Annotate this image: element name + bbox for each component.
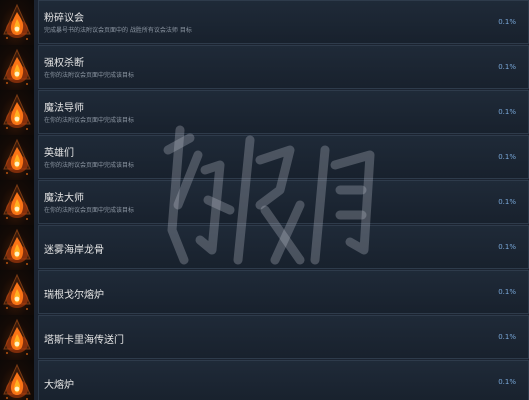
achievement-title: 强权杀断 [44, 58, 84, 69]
achievement-row[interactable]: 粉碎议会完成暴号书的法附议会页面中的 战胜所有议会法师 目标 0.1% [0, 0, 529, 45]
achievement-row[interactable]: 魔法大师在你的法附议会页面中完成该目标 0.1% [0, 180, 529, 225]
fire-crystal-icon [0, 315, 34, 360]
achievement-row[interactable]: 迷雾海岸龙骨 0.1% [0, 225, 529, 270]
achievement-title: 塔斯卡里海传送门 [44, 335, 124, 346]
achievement-card[interactable]: 大熔炉 0.1% [38, 360, 529, 400]
achievement-card[interactable]: 迷雾海岸龙骨 0.1% [38, 225, 529, 269]
fire-crystal-icon [0, 360, 34, 400]
fire-crystal-icon [0, 180, 34, 225]
unlock-percentage: 0.1% [498, 288, 516, 296]
achievement-row[interactable]: 强权杀断在你的法附议会页面中完成该目标 0.1% [0, 45, 529, 90]
achievement-card[interactable]: 魔法导师在你的法附议会页面中完成该目标 0.1% [38, 90, 529, 134]
achievement-card[interactable]: 英雄们在你的法附议会页面中完成该目标 0.1% [38, 135, 529, 179]
achievement-row[interactable]: 塔斯卡里海传送门 0.1% [0, 315, 529, 360]
achievement-card[interactable]: 魔法大师在你的法附议会页面中完成该目标 0.1% [38, 180, 529, 224]
achievement-row[interactable]: 瑞根戈尔熔炉 0.1% [0, 270, 529, 315]
fire-crystal-icon [0, 45, 34, 90]
achievement-card[interactable]: 强权杀断在你的法附议会页面中完成该目标 0.1% [38, 45, 529, 89]
achievement-row[interactable]: 英雄们在你的法附议会页面中完成该目标 0.1% [0, 135, 529, 180]
achievement-description: 在你的法附议会页面中完成该目标 [44, 72, 135, 79]
achievement-description: 在你的法附议会页面中完成该目标 [44, 117, 135, 124]
achievement-title: 大熔炉 [44, 380, 74, 391]
achievement-title: 瑞根戈尔熔炉 [44, 290, 104, 301]
achievement-title: 粉碎议会 [44, 13, 84, 24]
achievement-card[interactable]: 粉碎议会完成暴号书的法附议会页面中的 战胜所有议会法师 目标 0.1% [38, 0, 529, 44]
achievement-row[interactable]: 大熔炉 0.1% [0, 360, 529, 400]
achievement-description: 在你的法附议会页面中完成该目标 [44, 207, 135, 214]
achievement-card[interactable]: 瑞根戈尔熔炉 0.1% [38, 270, 529, 314]
unlock-percentage: 0.1% [498, 153, 516, 161]
achievement-title: 英雄们 [44, 148, 74, 159]
fire-crystal-icon [0, 225, 34, 270]
unlock-percentage: 0.1% [498, 333, 516, 341]
achievement-title: 魔法大师 [44, 193, 84, 204]
achievement-description: 完成暴号书的法附议会页面中的 战胜所有议会法师 目标 [44, 27, 192, 34]
achievement-card[interactable]: 塔斯卡里海传送门 0.1% [38, 315, 529, 359]
achievement-description: 在你的法附议会页面中完成该目标 [44, 162, 135, 169]
fire-crystal-icon [0, 270, 34, 315]
achievement-row[interactable]: 魔法导师在你的法附议会页面中完成该目标 0.1% [0, 90, 529, 135]
fire-crystal-icon [0, 0, 34, 45]
unlock-percentage: 0.1% [498, 18, 516, 26]
unlock-percentage: 0.1% [498, 108, 516, 116]
achievement-list: 粉碎议会 完成暴号书的法附议会页面中的 战胜所有议会法师 目标 0.1% 强权杀断 在你… [0, 0, 529, 400]
achievement-title: 魔法导师 [44, 103, 84, 114]
unlock-percentage: 0.1% [498, 198, 516, 206]
fire-crystal-icon [0, 135, 34, 180]
unlock-percentage: 0.1% [498, 378, 516, 386]
fire-crystal-icon [0, 90, 34, 135]
unlock-percentage: 0.1% [498, 243, 516, 251]
unlock-percentage: 0.1% [498, 63, 516, 71]
achievement-title: 迷雾海岸龙骨 [44, 245, 104, 256]
